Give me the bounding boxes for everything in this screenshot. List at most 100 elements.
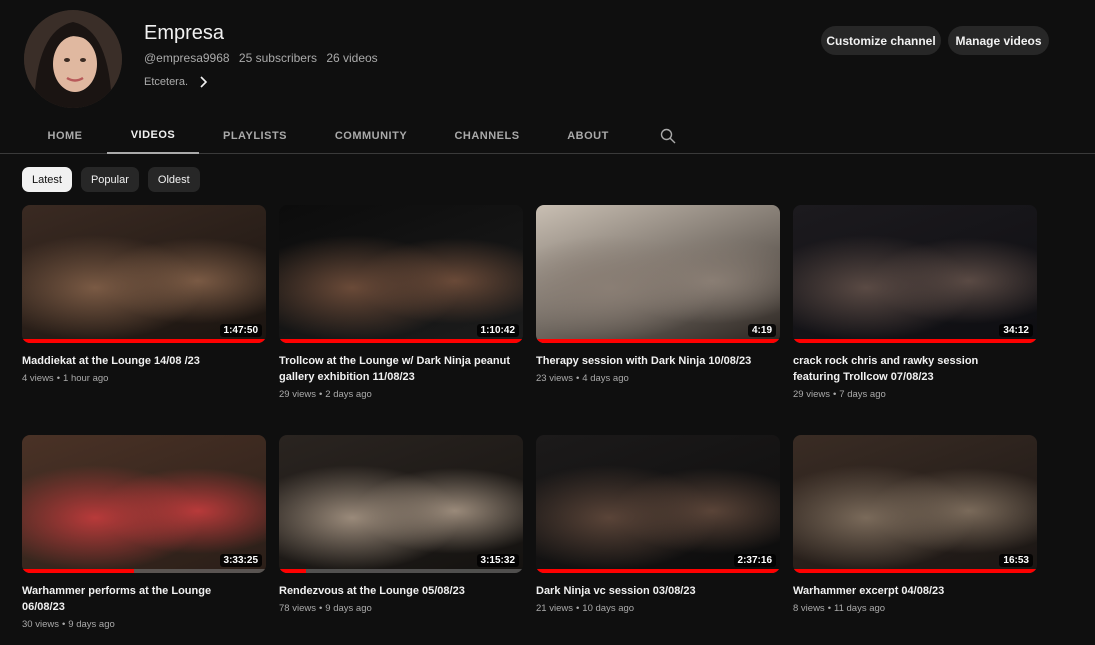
video-card[interactable]: 34:12 crack rock chris and rawky session… (793, 205, 1037, 400)
video-thumbnail[interactable]: 2:37:16 (536, 435, 780, 573)
view-count: 78 views (279, 603, 316, 614)
thumbnail-image (793, 205, 1037, 343)
video-thumbnail[interactable]: 3:15:32 (279, 435, 523, 573)
view-count: 23 views (536, 373, 573, 384)
video-duration: 2:37:16 (733, 554, 776, 567)
video-duration: 34:12 (999, 324, 1033, 337)
watch-progress (536, 569, 780, 573)
channel-tabs: HOME VIDEOS PLAYLISTS COMMUNITY CHANNELS… (0, 118, 1095, 154)
thumbnail-image (22, 205, 266, 343)
upload-age: 1 hour ago (63, 373, 109, 384)
video-thumbnail[interactable]: 34:12 (793, 205, 1037, 343)
video-stats: 21 views • 10 days ago (536, 603, 635, 614)
search-icon[interactable] (660, 128, 676, 144)
manage-videos-button[interactable]: Manage videos (948, 26, 1049, 55)
view-count: 8 views (793, 603, 825, 614)
video-card[interactable]: 1:10:42 Trollcow at the Lounge w/ Dark N… (279, 205, 523, 400)
video-duration: 3:15:32 (476, 554, 519, 567)
video-card[interactable]: 1:47:50 Maddiekat at the Lounge 14/08 /2… (22, 205, 266, 384)
upload-age: 9 days ago (325, 603, 372, 614)
view-count: 21 views (536, 603, 573, 614)
channel-handle: @empresa9968 (144, 51, 230, 65)
sort-chips: Latest Popular Oldest (22, 167, 200, 192)
video-stats: 30 views • 9 days ago (22, 619, 115, 630)
video-duration: 1:47:50 (219, 324, 262, 337)
upload-age: 9 days ago (68, 619, 115, 630)
video-card[interactable]: 3:33:25 Warhammer performs at the Lounge… (22, 435, 266, 630)
video-title[interactable]: Maddiekat at the Lounge 14/08 /23 (22, 353, 266, 369)
upload-age: 4 days ago (582, 373, 629, 384)
video-duration: 4:19 (747, 324, 776, 337)
chip-latest[interactable]: Latest (22, 167, 72, 192)
tab-channels[interactable]: CHANNELS (446, 118, 528, 154)
channel-meta: @empresa9968 25 subscribers 26 videos (144, 51, 384, 65)
video-duration: 16:53 (999, 554, 1033, 567)
thumbnail-image (536, 435, 780, 573)
view-count: 4 views (22, 373, 54, 384)
watch-progress (793, 339, 1037, 343)
view-count: 30 views (22, 619, 59, 630)
upload-age: 7 days ago (839, 389, 886, 400)
subscriber-count: 25 subscribers (238, 51, 317, 65)
video-count: 26 videos (326, 51, 378, 65)
watch-progress (793, 569, 1037, 573)
video-duration: 3:33:25 (219, 554, 262, 567)
description-text: Etcetera. (144, 76, 189, 88)
progress-track (793, 339, 1037, 343)
tab-about[interactable]: ABOUT (556, 118, 620, 154)
tab-home[interactable]: HOME (24, 118, 106, 154)
video-title[interactable]: crack rock chris and rawky session featu… (793, 353, 1037, 385)
video-card[interactable]: 4:19 Therapy session with Dark Ninja 10/… (536, 205, 780, 384)
chevron-right-icon (200, 76, 208, 88)
upload-age: 11 days ago (834, 603, 886, 614)
progress-track (279, 339, 523, 343)
progress-track (536, 339, 780, 343)
video-thumbnail[interactable]: 16:53 (793, 435, 1037, 573)
thumbnail-image (22, 435, 266, 573)
watch-progress (22, 339, 266, 343)
tab-playlists[interactable]: PLAYLISTS (212, 118, 298, 154)
video-thumbnail[interactable]: 4:19 (536, 205, 780, 343)
channel-description[interactable]: Etcetera. (144, 76, 208, 88)
channel-name: Empresa (144, 22, 225, 44)
thumbnail-image (279, 205, 523, 343)
video-thumbnail[interactable]: 1:10:42 (279, 205, 523, 343)
video-stats: 8 views • 11 days ago (793, 603, 886, 614)
video-title[interactable]: Dark Ninja vc session 03/08/23 (536, 583, 780, 599)
video-stats: 29 views • 2 days ago (279, 389, 372, 400)
watch-progress (279, 339, 523, 343)
view-count: 29 views (793, 389, 830, 400)
channel-header: Empresa @empresa9968 25 subscribers 26 v… (0, 0, 1095, 118)
watch-progress (279, 569, 306, 573)
video-thumbnail[interactable]: 1:47:50 (22, 205, 266, 343)
video-card[interactable]: 3:15:32 Rendezvous at the Lounge 05/08/2… (279, 435, 523, 614)
watch-progress (536, 339, 780, 343)
channel-avatar[interactable] (24, 10, 122, 108)
video-stats: 29 views • 7 days ago (793, 389, 886, 400)
upload-age: 2 days ago (325, 389, 372, 400)
tab-community[interactable]: COMMUNITY (324, 118, 418, 154)
video-title[interactable]: Warhammer excerpt 04/08/23 (793, 583, 1037, 599)
customize-channel-button[interactable]: Customize channel (821, 26, 941, 55)
video-stats: 4 views • 1 hour ago (22, 373, 109, 384)
watch-progress (22, 569, 135, 573)
thumbnail-image (793, 435, 1037, 573)
chip-oldest[interactable]: Oldest (147, 167, 200, 192)
tab-videos[interactable]: VIDEOS (107, 118, 199, 154)
progress-track (279, 569, 523, 573)
progress-track (536, 569, 780, 573)
progress-track (793, 569, 1037, 573)
video-title[interactable]: Therapy session with Dark Ninja 10/08/23 (536, 353, 780, 369)
upload-age: 10 days ago (582, 603, 635, 614)
chip-popular[interactable]: Popular (80, 167, 139, 192)
video-duration: 1:10:42 (476, 324, 519, 337)
video-title[interactable]: Trollcow at the Lounge w/ Dark Ninja pea… (279, 353, 523, 385)
video-thumbnail[interactable]: 3:33:25 (22, 435, 266, 573)
progress-track (22, 339, 266, 343)
video-title[interactable]: Warhammer performs at the Lounge 06/08/2… (22, 583, 266, 615)
video-title[interactable]: Rendezvous at the Lounge 05/08/23 (279, 583, 523, 599)
video-card[interactable]: 2:37:16 Dark Ninja vc session 03/08/23 2… (536, 435, 780, 614)
thumbnail-image (279, 435, 523, 573)
video-card[interactable]: 16:53 Warhammer excerpt 04/08/23 8 views… (793, 435, 1037, 614)
view-count: 29 views (279, 389, 316, 400)
